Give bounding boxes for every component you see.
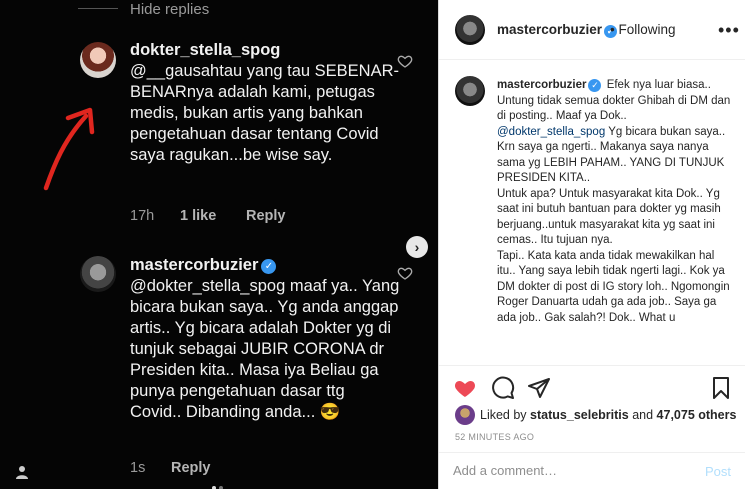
separator: • <box>610 22 615 37</box>
avatar[interactable] <box>455 15 485 45</box>
hide-replies-link[interactable]: Hide replies <box>130 1 209 18</box>
next-arrow-button[interactable]: › <box>406 236 428 258</box>
caption-username[interactable]: mastercorbuzier <box>497 79 586 91</box>
pagination-dots <box>212 477 226 489</box>
post-actions: Liked by status_selebritis and 47,075 ot… <box>439 365 745 427</box>
comment-time: 17h <box>130 208 155 224</box>
post-header: mastercorbuzier ✓ • Following ••• <box>439 0 745 60</box>
caption-mention[interactable]: @dokter_stella_spog <box>497 126 605 138</box>
heart-icon[interactable] <box>397 53 413 69</box>
avatar[interactable] <box>80 256 116 292</box>
post-panel: mastercorbuzier ✓ • Following ••• masterc… <box>438 0 745 489</box>
verified-badge-icon: ✓ <box>261 259 277 274</box>
comment-username[interactable]: dokter_stella_spog <box>130 41 280 59</box>
divider <box>78 8 118 9</box>
person-icon <box>16 466 28 479</box>
more-options-icon[interactable]: ••• <box>718 20 740 41</box>
avatar[interactable] <box>80 42 116 78</box>
bookmark-icon[interactable] <box>709 376 733 400</box>
comment-body: maaf ya.. Yang bicara bukan saya.. Yg an… <box>130 277 400 421</box>
following-button[interactable]: Following <box>619 22 676 37</box>
heart-filled-icon[interactable] <box>453 376 477 400</box>
comment-mention[interactable]: @dokter_stella_spog <box>130 277 285 295</box>
share-icon[interactable] <box>527 376 551 400</box>
reply-button[interactable]: Reply <box>171 460 211 476</box>
comment-mention[interactable]: @__gausahtau <box>130 62 242 80</box>
likes-count[interactable]: 47,075 others <box>657 408 737 422</box>
post-timestamp: 52 MINUTES AGO <box>455 432 535 442</box>
comment-text: mastercorbuzier ✓ @dokter_stella_spog maaf… <box>130 255 400 423</box>
caption-part2: Yg bicara bukan saya.. Krn saya ga ngert… <box>497 125 730 324</box>
sunglasses-emoji: 😎 <box>319 403 341 421</box>
heart-icon[interactable] <box>397 265 413 281</box>
comment-likes[interactable]: 1 like <box>180 208 216 224</box>
avatar[interactable] <box>455 405 475 425</box>
post-button[interactable]: Post <box>705 464 731 479</box>
verified-badge-icon: ✓ <box>588 79 602 92</box>
liked-by-user[interactable]: status_selebritis <box>530 408 629 422</box>
reply-button[interactable]: Reply <box>246 208 286 224</box>
post-username[interactable]: mastercorbuzier <box>497 22 602 37</box>
caption-text: mastercorbuzier ✓ Efek nya luar biasa.. U… <box>497 78 733 326</box>
comment-time: 1s <box>130 460 146 476</box>
caption-area[interactable]: mastercorbuzier ✓ Efek nya luar biasa.. U… <box>439 60 745 365</box>
comments-screenshot: Hide replies dokter_stella_spog @__gausa… <box>0 0 438 489</box>
avatar[interactable] <box>455 76 485 106</box>
comment-input[interactable] <box>453 463 683 478</box>
comment-icon[interactable] <box>491 376 515 400</box>
comment-username[interactable]: mastercorbuzier <box>130 256 258 274</box>
comment-text: dokter_stella_spog @__gausahtau yang tau… <box>130 40 400 166</box>
comment-bar: Post <box>439 452 745 489</box>
red-arrow-annotation <box>43 107 95 191</box>
liked-by-text: Liked by status_selebritis and 47,075 ot… <box>480 408 737 422</box>
